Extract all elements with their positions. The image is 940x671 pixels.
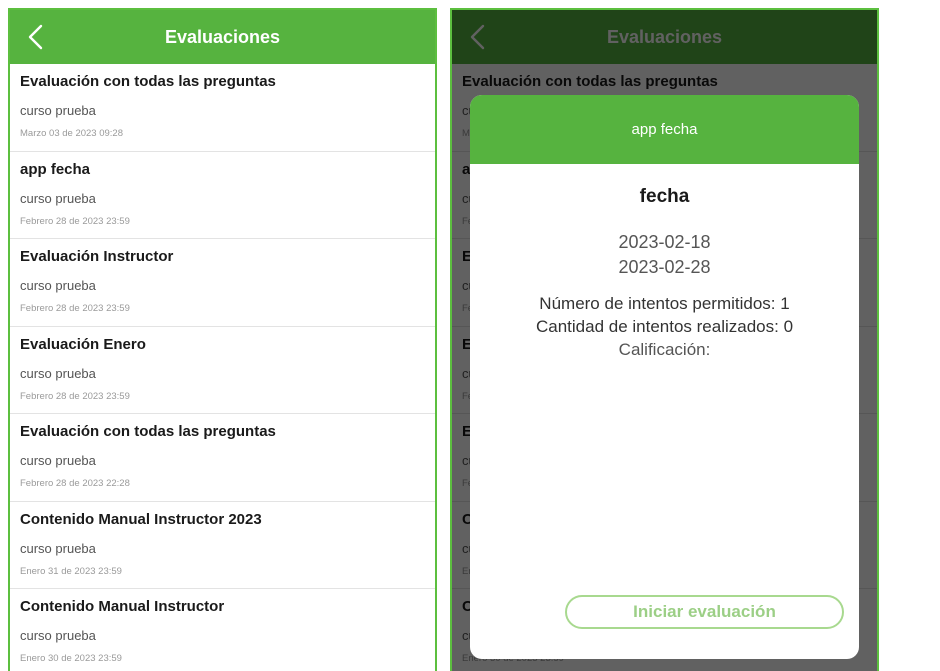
evaluation-dialog: app fecha fecha 2023-02-18 2023-02-28 Nú… bbox=[470, 95, 859, 659]
attempt-info: Número de intentos permitidos: 1 Cantida… bbox=[470, 292, 859, 361]
course-name: curso prueba bbox=[20, 365, 96, 381]
course-name: curso prueba bbox=[20, 453, 96, 468]
evaluation-date: Febrero 28 de 2023 23:59 bbox=[20, 215, 130, 227]
course-name: curso prueba bbox=[20, 540, 96, 556]
evaluation-date: Febrero 28 de 2023 23:59 bbox=[20, 390, 130, 402]
evaluation-list: Evaluación con todas las preguntas curso… bbox=[10, 64, 435, 671]
start-evaluation-button[interactable]: Iniciar evaluación bbox=[565, 595, 844, 629]
course-name: curso prueba bbox=[20, 628, 96, 643]
course-name: curso prueba bbox=[20, 190, 96, 206]
evaluation-date: Enero 31 de 2023 23:59 bbox=[20, 565, 122, 577]
evaluations-screen: Evaluaciones Evaluación con todas las pr… bbox=[8, 8, 437, 671]
list-item[interactable]: Contenido Manual Instructor 2023 curso p… bbox=[10, 501, 435, 589]
evaluation-name: Evaluación con todas las preguntas bbox=[20, 423, 276, 440]
evaluation-name: Contenido Manual Instructor 2023 bbox=[20, 510, 262, 528]
list-item[interactable]: Evaluación con todas las preguntas curso… bbox=[10, 64, 435, 152]
dialog-title: app fecha bbox=[470, 95, 859, 164]
attempts-made: Cantidad de intentos realizados: 0 bbox=[535, 317, 794, 336]
date-range: 2023-02-18 2023-02-28 bbox=[470, 230, 859, 280]
page-title: Evaluaciones bbox=[164, 27, 281, 47]
evaluation-name: Evaluación Enero bbox=[20, 335, 146, 353]
list-item[interactable]: Evaluación Instructor curso prueba Febre… bbox=[10, 239, 435, 327]
evaluation-name: Contenido Manual Instructor bbox=[20, 598, 225, 615]
course-name: curso prueba bbox=[20, 278, 96, 293]
end-date: 2023-02-28 bbox=[618, 257, 711, 277]
app-header: Evaluaciones bbox=[10, 10, 435, 64]
allowed-attempts: Número de intentos permitidos: 1 bbox=[539, 294, 790, 313]
evaluation-name: Evaluación con todas las preguntas bbox=[20, 73, 276, 90]
grade-label: Calificación: bbox=[618, 340, 711, 359]
list-item[interactable]: Evaluación con todas las preguntas curso… bbox=[10, 414, 435, 502]
evaluation-date: Febrero 28 de 2023 23:59 bbox=[20, 303, 130, 314]
evaluation-date: Enero 30 de 2023 23:59 bbox=[20, 653, 122, 664]
evaluations-screen-with-dialog: Evaluaciones Evaluación con todas las pr… bbox=[450, 8, 879, 671]
evaluation-name: Evaluación Instructor bbox=[20, 248, 174, 265]
start-date: 2023-02-18 bbox=[618, 232, 711, 252]
evaluation-date: Febrero 28 de 2023 22:28 bbox=[20, 478, 130, 489]
evaluation-date: Marzo 03 de 2023 09:28 bbox=[20, 128, 123, 139]
evaluation-name: app fecha bbox=[20, 160, 91, 178]
list-item[interactable]: app fecha curso prueba Febrero 28 de 202… bbox=[10, 151, 435, 239]
list-item[interactable]: Contenido Manual Instructor curso prueba… bbox=[10, 589, 435, 671]
dialog-subtitle: fecha bbox=[639, 186, 690, 207]
list-item[interactable]: Evaluación Enero curso prueba Febrero 28… bbox=[10, 326, 435, 414]
course-name: curso prueba bbox=[20, 103, 96, 118]
